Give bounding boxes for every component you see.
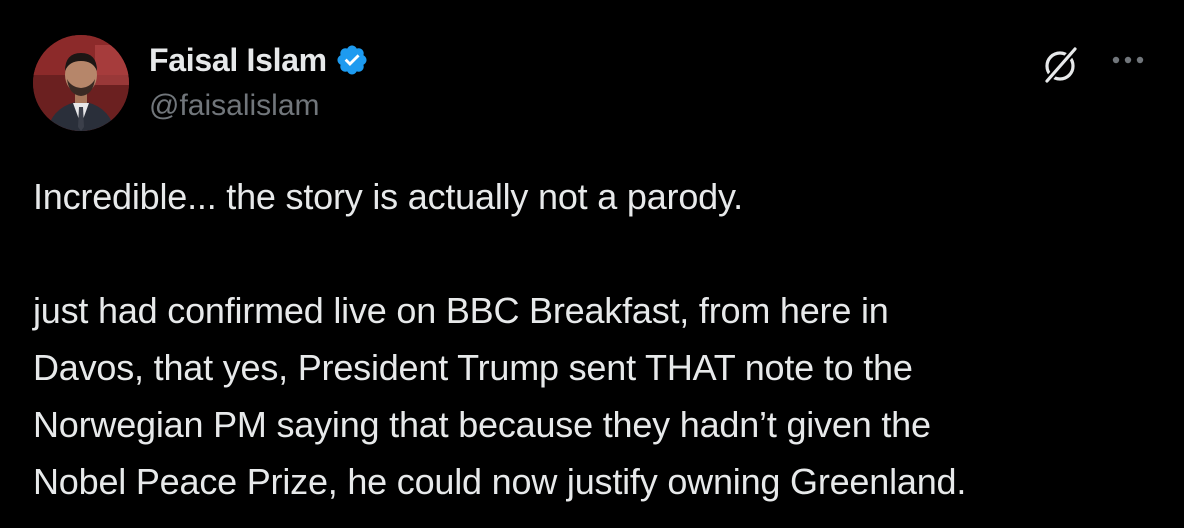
more-options-icon[interactable] [1110, 50, 1150, 74]
author-handle[interactable]: @faisalislam [149, 86, 320, 126]
tweet-card[interactable]: Faisal Islam @faisalislam Incredible... … [0, 0, 1184, 528]
tweet-line: Norwegian PM saying that because they ha… [33, 404, 931, 445]
grok-icon[interactable] [1038, 42, 1084, 88]
tweet-text: Incredible... the story is actually not … [33, 168, 1153, 510]
tweet-line: Nobel Peace Prize, he could now justify … [33, 461, 967, 502]
tweet-line: just had confirmed live on BBC Breakfast… [33, 290, 889, 331]
tweet-line: Davos, that yes, President Trump sent TH… [33, 347, 913, 388]
tweet-paragraph: Incredible... the story is actually not … [33, 176, 743, 217]
verified-badge-icon[interactable] [335, 43, 369, 77]
avatar-image [33, 35, 129, 131]
author-name-row: Faisal Islam [149, 40, 369, 80]
author-display-name[interactable]: Faisal Islam [149, 40, 327, 80]
avatar[interactable] [33, 35, 129, 131]
